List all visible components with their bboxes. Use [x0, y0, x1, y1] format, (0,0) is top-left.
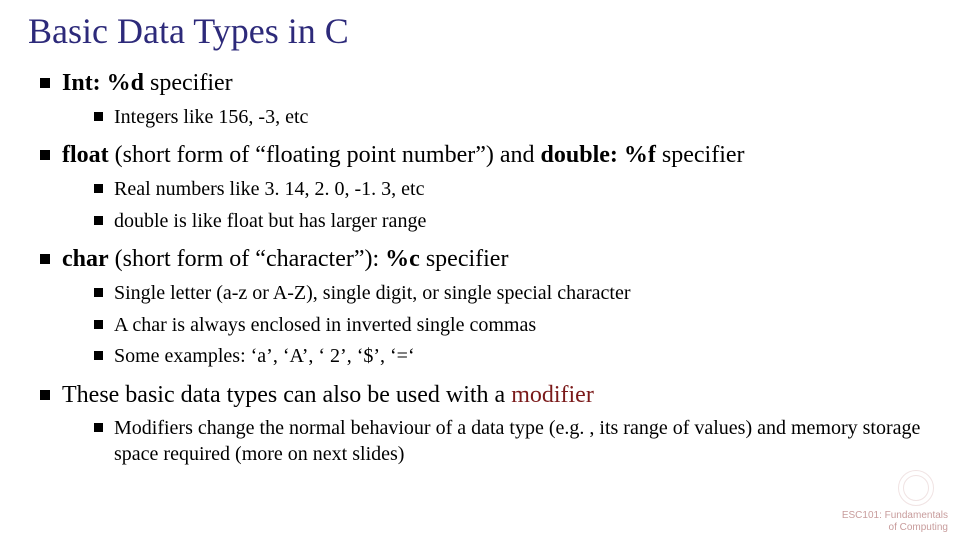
- sub-list: Modifiers change the normal behaviour of…: [62, 416, 932, 467]
- list-item: Real numbers like 3. 14, 2. 0, -1. 3, et…: [94, 177, 932, 203]
- footer-text: ESC101: Fundamentals of Computing: [842, 510, 948, 534]
- sub-list: Real numbers like 3. 14, 2. 0, -1. 3, et…: [62, 177, 932, 234]
- sub-list: Single letter (a-z or A-Z), single digit…: [62, 281, 932, 370]
- list-item: Some examples: ‘a’, ‘A’, ‘ 2’, ‘$’, ‘=‘: [94, 344, 932, 370]
- list-item: A char is always enclosed in inverted si…: [94, 313, 932, 339]
- sub-list: Integers like 156, -3, etc: [62, 105, 932, 131]
- list-item: double is like float but has larger rang…: [94, 209, 932, 235]
- list-item: char (short form of “character”): %c spe…: [40, 244, 932, 370]
- footer-line-2: of Computing: [889, 522, 948, 533]
- bullet-list: Int: %d specifierIntegers like 156, -3, …: [28, 68, 932, 468]
- list-item: These basic data types can also be used …: [40, 380, 932, 468]
- list-item: float (short form of “floating point num…: [40, 140, 932, 234]
- list-item: Modifiers change the normal behaviour of…: [94, 416, 932, 467]
- list-item: Integers like 156, -3, etc: [94, 105, 932, 131]
- footer-line-1: ESC101: Fundamentals: [842, 510, 948, 521]
- list-item: Single letter (a-z or A-Z), single digit…: [94, 281, 932, 307]
- slide: Basic Data Types in C Int: %d specifierI…: [0, 0, 960, 540]
- institute-seal-icon: [898, 470, 934, 506]
- list-item: Int: %d specifierIntegers like 156, -3, …: [40, 68, 932, 130]
- page-title: Basic Data Types in C: [28, 10, 932, 52]
